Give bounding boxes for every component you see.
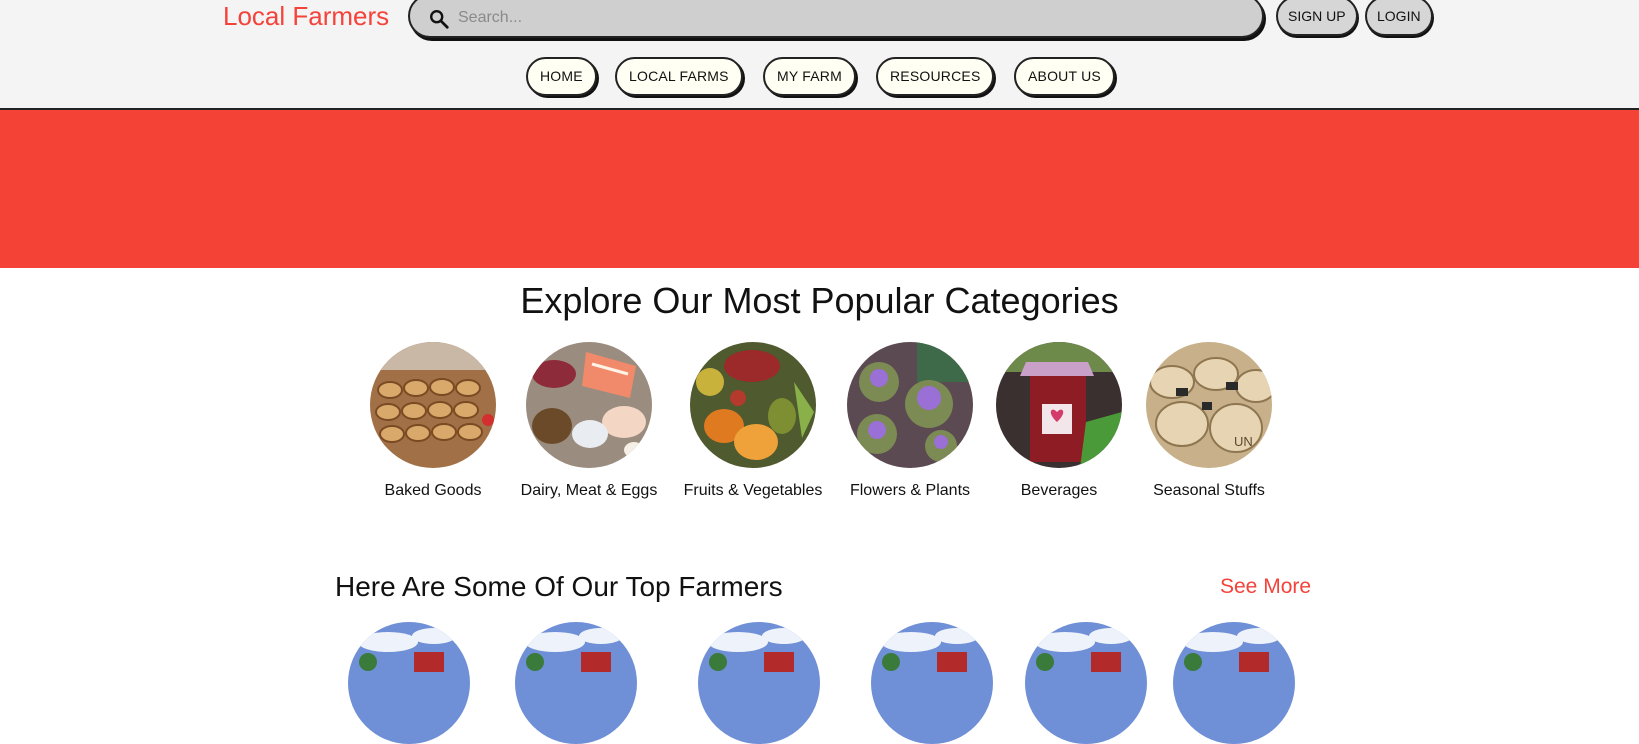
sign-up-button[interactable]: SIGN UP [1276,0,1358,36]
search-icon [430,10,449,29]
nav-local-farms[interactable]: LOCAL FARMS [615,57,743,96]
category-label: Dairy, Meat & Eggs [520,482,658,499]
category-label: Beverages [1020,482,1098,499]
login-button[interactable]: LOGIN [1365,0,1433,36]
site-header: Local Farmers SIGN UP LOGIN HOME LOCAL F… [0,0,1639,110]
flowers-plants-image[interactable] [847,342,973,468]
category-label: Flowers & Plants [849,482,971,499]
baked-goods-image[interactable] [370,342,496,468]
beverages-image[interactable] [996,342,1122,468]
category-beverages[interactable]: Beverages [979,342,1139,500]
search-input[interactable] [458,6,1238,30]
category-label: Seasonal Stuffs [1153,482,1265,499]
categories-heading: Explore Our Most Popular Categories [520,280,1119,321]
farmer-avatar[interactable] [515,622,637,744]
category-label: Baked Goods [384,482,482,499]
nav-about-us[interactable]: ABOUT US [1014,57,1115,96]
category-seasonal-stuffs[interactable]: UN Seasonal Stuffs [1129,342,1289,500]
farmer-avatar[interactable] [698,622,820,744]
fruits-vegetables-image[interactable] [690,342,816,468]
nav-resources[interactable]: RESOURCES [876,57,995,96]
nav-my-farm[interactable]: MY FARM [763,57,856,96]
category-fruits-vegetables[interactable]: Fruits & Vegetables [673,342,833,500]
dairy-meat-eggs-image[interactable] [526,342,652,468]
nav-home[interactable]: HOME [526,57,597,96]
category-dairy-meat-eggs[interactable]: Dairy, Meat & Eggs [509,342,669,500]
brand-logo[interactable]: Local Farmers [223,0,389,32]
category-baked-goods[interactable]: Baked Goods [353,342,513,500]
search-bar[interactable] [408,0,1264,38]
svg-text:UN: UN [1234,434,1253,449]
see-more-link[interactable]: See More [1220,575,1311,599]
farmer-avatar[interactable] [1025,622,1147,744]
hero-banner [0,110,1639,268]
farmer-avatar[interactable] [871,622,993,744]
farmer-avatar[interactable] [348,622,470,744]
seasonal-stuffs-image[interactable]: UN [1146,342,1272,468]
category-label: Fruits & Vegetables [683,482,823,499]
category-flowers-plants[interactable]: Flowers & Plants [830,342,990,500]
top-farmers-heading: Here Are Some Of Our Top Farmers [335,571,783,602]
farmer-avatar[interactable] [1173,622,1295,744]
